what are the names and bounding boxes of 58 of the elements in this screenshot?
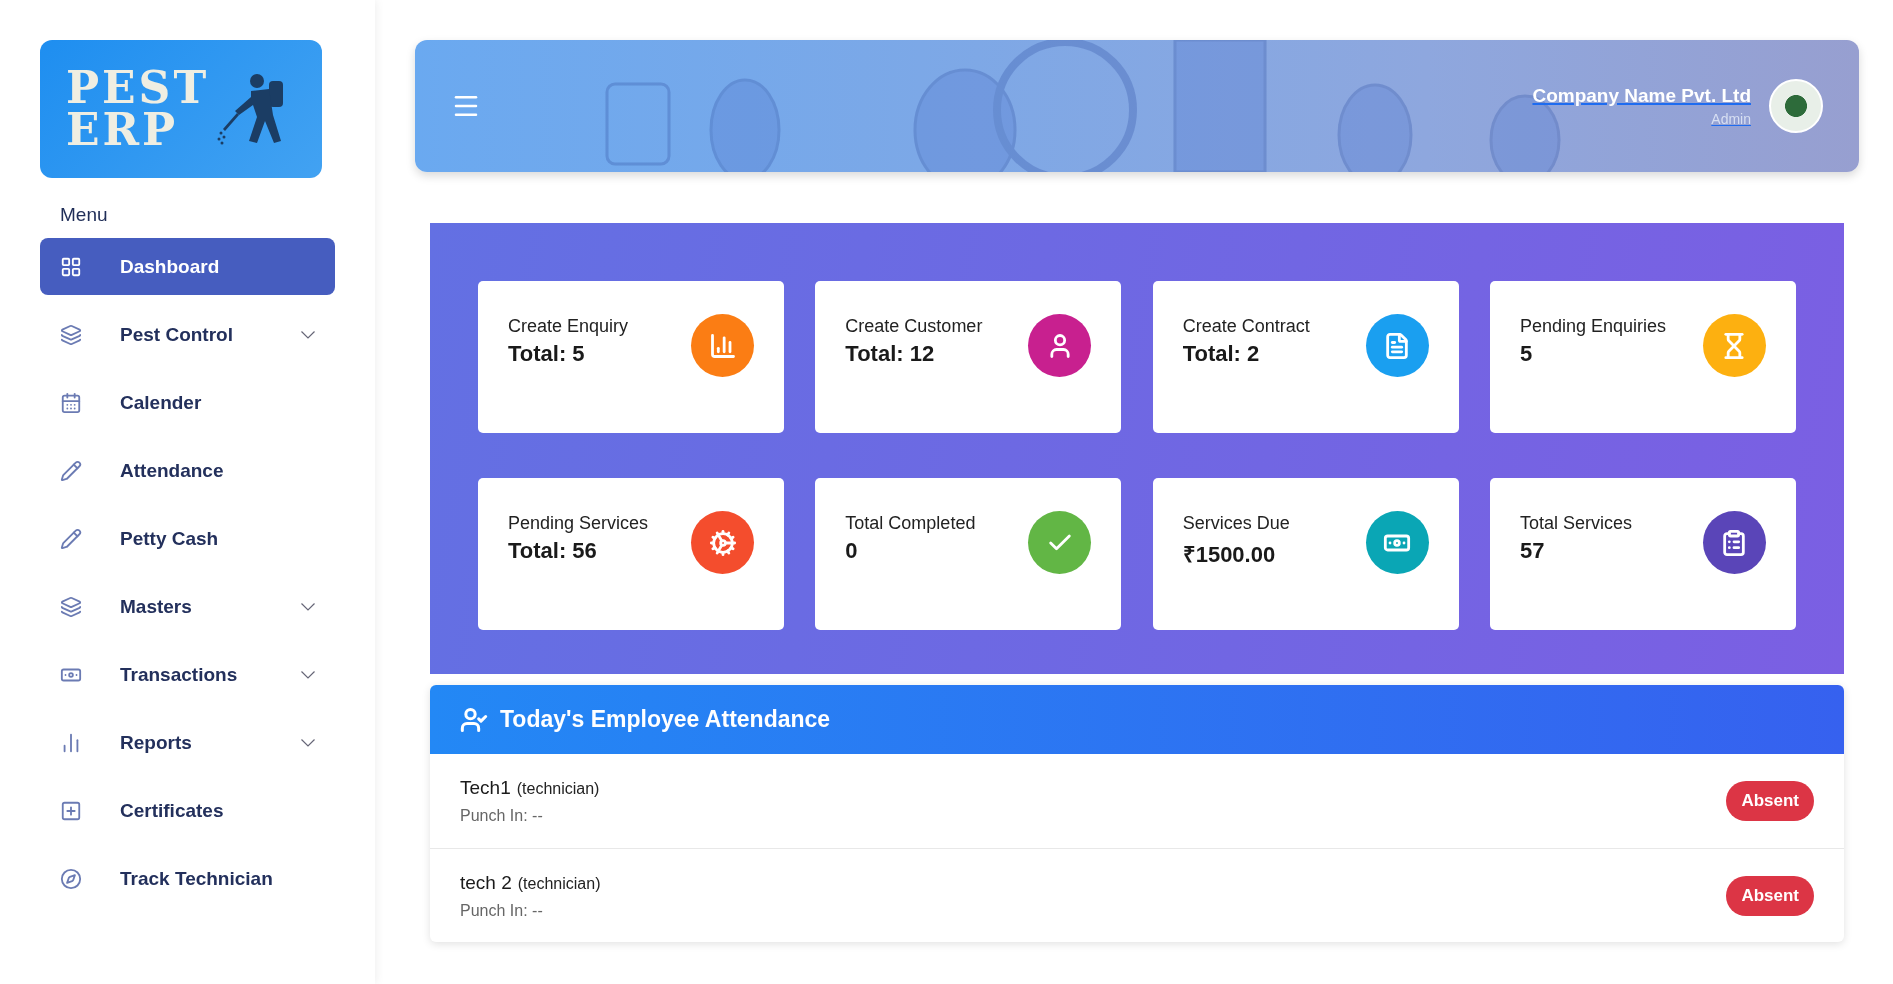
employee-name: Tech1 — [460, 777, 511, 799]
calendar-icon — [60, 391, 82, 414]
stat-value: 0 — [845, 538, 859, 564]
stat-card[interactable]: Total Completed 0 — [815, 478, 1122, 630]
sidebar-item[interactable]: Masters — [40, 578, 335, 635]
stat-title: Services Due — [1182, 513, 1290, 534]
sidebar-item[interactable]: Petty Cash — [40, 510, 335, 567]
sidebar-item[interactable]: Reports — [40, 714, 335, 771]
stat-card[interactable]: Pending Enquiries 5 — [1490, 281, 1796, 433]
punch-in-text: Punch In: -- — [460, 807, 544, 825]
punch-in-text: Punch In: -- — [460, 901, 544, 920]
stat-card[interactable]: Services Due ₹1500.00 — [1152, 478, 1459, 630]
stat-value: 57 — [1520, 538, 1546, 564]
status-badge: Absent — [1726, 875, 1814, 916]
pencil-icon — [60, 527, 82, 550]
sidebar-item[interactable]: Track Technician — [40, 850, 335, 907]
grid-icon — [60, 255, 82, 278]
stat-card[interactable]: Total Services 57 — [1490, 478, 1796, 630]
layers-icon — [60, 595, 82, 618]
layers-icon — [60, 323, 82, 346]
status-badge: Absent — [1726, 781, 1814, 821]
stat-value: ₹1500.00 — [1182, 541, 1277, 568]
stat-title: Create Enquiry — [508, 316, 629, 337]
stat-title: Pending Services — [508, 513, 649, 534]
avatar[interactable] — [1769, 79, 1823, 133]
bar-chart-icon — [708, 331, 737, 360]
employee-name: tech 2 — [460, 871, 512, 894]
sidebar-item[interactable]: Attendance — [40, 442, 335, 499]
stat-title: Create Contract — [1182, 316, 1310, 337]
stat-title: Create Customer — [845, 316, 983, 337]
user-check-icon — [460, 705, 488, 734]
stat-title: Pending Enquiries — [1520, 316, 1667, 337]
menu-heading: Menu — [60, 203, 109, 227]
plus-square-icon — [60, 799, 82, 822]
stat-title: Total Services — [1520, 513, 1633, 534]
employee-role: (technician) — [516, 780, 600, 798]
logo-text: PEST — [66, 67, 210, 109]
pencil-icon — [60, 459, 82, 482]
stat-value: Total: 2 — [1182, 341, 1261, 367]
stat-value: 5 — [1520, 341, 1534, 367]
attendance-title: Today's Employee Attendance — [500, 706, 831, 733]
sidebar-item[interactable]: Transactions — [40, 646, 335, 703]
sidebar-item[interactable]: Calender — [40, 374, 335, 431]
stat-value: Total: 56 — [508, 538, 598, 564]
stat-card[interactable]: Create Contract Total: 2 — [1152, 281, 1459, 433]
stat-card[interactable]: Create Enquiry Total: 5 — [478, 281, 784, 433]
employee-role: (technician) — [517, 874, 601, 893]
gear-icon — [708, 528, 737, 557]
compass-icon — [60, 867, 82, 890]
stat-card[interactable]: Create Customer Total: 12 — [815, 281, 1122, 433]
stat-value: Total: 5 — [508, 341, 586, 367]
sidebar-item[interactable]: Dashboard — [40, 238, 335, 295]
stat-value: Total: 12 — [845, 341, 936, 367]
stat-card[interactable]: Pending Services Total: 56 — [478, 478, 784, 630]
logo-text: ERP — [66, 109, 180, 151]
sidebar-item[interactable]: Certificates — [40, 782, 335, 839]
sidebar-item[interactable]: Pest Control — [40, 306, 335, 363]
stat-title: Total Completed — [845, 513, 976, 534]
